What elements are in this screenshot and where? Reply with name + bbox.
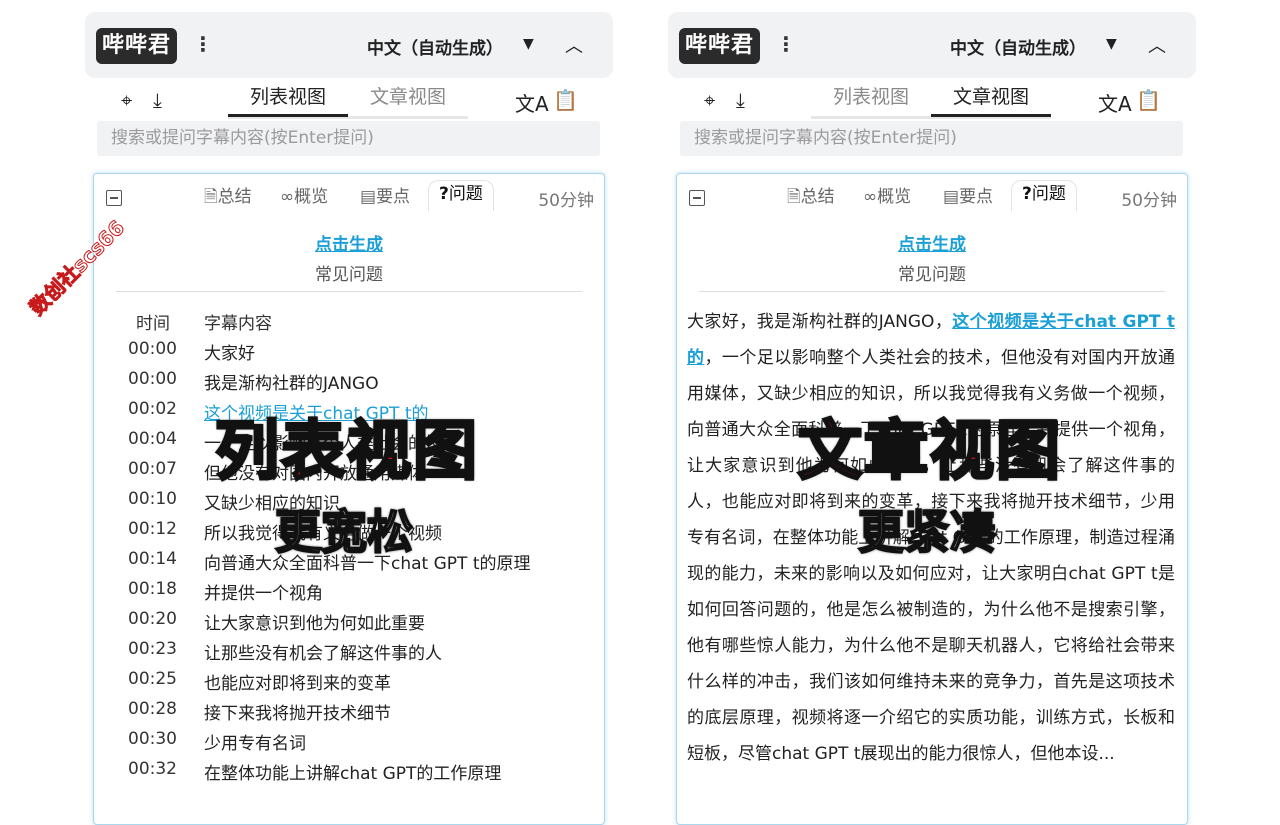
generate-link[interactable]: 点击生成 — [94, 230, 604, 255]
document-icon: 🗎 — [787, 187, 801, 207]
logo: 哔哔君 — [679, 28, 761, 64]
panel-header: 哔哔君 ⋮ 中文（自动生成） ▼ ︿ — [668, 12, 1196, 78]
subtitle-text: 接下来我将抛开技术细节 — [204, 704, 391, 724]
clipboard-icon[interactable]: 📋 — [1136, 88, 1161, 112]
overlay-title: 文章视图 — [797, 414, 1062, 491]
language-selector[interactable]: 中文（自动生成） — [950, 34, 1086, 59]
subtitle-time[interactable]: 00:02 — [128, 399, 188, 419]
tab-list-view[interactable]: 列表视图 — [228, 82, 348, 117]
clipboard-icon: ▤ — [943, 187, 960, 207]
subtitle-time[interactable]: 00:00 — [128, 369, 188, 389]
tab-article-view[interactable]: 文章视图 — [348, 82, 468, 116]
caret-down-icon[interactable]: ▼ — [523, 36, 534, 52]
more-menu-icon[interactable]: ⋮ — [776, 32, 796, 56]
subtitle-text: 我是渐构社群的JANGO — [204, 374, 379, 394]
tab-list-view[interactable]: 列表视图 — [811, 82, 931, 116]
question-icon: ? — [439, 184, 449, 204]
tab-overview[interactable]: ∞概览 — [863, 184, 911, 210]
faq-label: 常见问题 — [315, 265, 383, 285]
subtitle-time[interactable]: 00:10 — [128, 489, 188, 509]
subtitle-row[interactable]: 00:23 让那些没有机会了解这件事的人 — [94, 639, 604, 669]
translate-icon[interactable]: 文A — [1098, 88, 1132, 117]
panel-header: 哔哔君 ⋮ 中文（自动生成） ▼ ︿ — [85, 12, 613, 78]
subtitle-row[interactable]: 00:32 在整体功能上讲解chat GPT的工作原理 — [94, 759, 604, 789]
duration: 50分钟 — [1121, 191, 1177, 211]
subtitle-text: 大家好 — [204, 344, 255, 364]
subtitle-row[interactable]: 00:25 也能应对即将到来的变革 — [94, 669, 604, 699]
overlay-subtitle: 更紧凑 — [857, 504, 997, 560]
view-tabs: 列表视图 文章视图 — [811, 82, 1051, 119]
toolbar: ⌖ ⤓ 列表视图 文章视图 文A 📋 — [85, 82, 613, 122]
clipboard-icon[interactable]: 📋 — [553, 88, 578, 112]
subtitle-time[interactable]: 00:20 — [128, 609, 188, 629]
subtitle-text: 在整体功能上讲解chat GPT的工作原理 — [204, 764, 502, 784]
overlay-title: 列表视图 — [214, 414, 479, 491]
caret-down-icon[interactable]: ▼ — [1106, 36, 1117, 52]
faq-label: 常见问题 — [898, 265, 966, 285]
left-panel: 哔哔君 ⋮ 中文（自动生成） ▼ ︿ ⌖ ⤓ 列表视图 文章视图 文A 📋 搜索… — [85, 12, 613, 825]
tab-article-view[interactable]: 文章视图 — [931, 82, 1051, 117]
subtitle-text: 让那些没有机会了解这件事的人 — [204, 644, 442, 664]
collapse-icon[interactable] — [689, 190, 705, 206]
chevron-up-icon[interactable]: ︿ — [1148, 32, 1166, 58]
subtitle-time[interactable]: 00:23 — [128, 639, 188, 659]
tab-questions[interactable]: ?问题 — [1011, 180, 1077, 211]
subtitle-time[interactable]: 00:00 — [128, 339, 188, 359]
right-panel: 哔哔君 ⋮ 中文（自动生成） ▼ ︿ ⌖ ⤓ 列表视图 文章视图 文A 📋 搜索… — [668, 12, 1196, 825]
generate-link[interactable]: 点击生成 — [677, 230, 1187, 255]
subtitle-row[interactable]: 00:28 接下来我将抛开技术细节 — [94, 699, 604, 729]
article-intro: 大家好，我是渐构社群的JANGO， — [687, 312, 953, 332]
overlay-subtitle: 更宽松 — [274, 504, 414, 560]
binoculars-icon: ∞ — [863, 187, 878, 207]
tab-keypoints[interactable]: ▤要点 — [360, 184, 410, 210]
subtitle-time[interactable]: 00:32 — [128, 759, 188, 779]
tab-keypoints[interactable]: ▤要点 — [943, 184, 993, 210]
tab-summary[interactable]: 🗎总结 — [204, 184, 252, 210]
clipboard-icon: ▤ — [360, 187, 377, 207]
duration: 50分钟 — [538, 191, 594, 211]
subtitle-time[interactable]: 00:14 — [128, 549, 188, 569]
subtitle-row[interactable]: 00:30 少用专有名词 — [94, 729, 604, 759]
subtitle-row[interactable]: 00:00 大家好 — [94, 339, 604, 369]
translate-icon[interactable]: 文A — [515, 88, 549, 117]
binoculars-icon: ∞ — [280, 187, 295, 207]
subtitle-time[interactable]: 00:25 — [128, 669, 188, 689]
subtitle-time[interactable]: 00:30 — [128, 729, 188, 749]
more-menu-icon[interactable]: ⋮ — [193, 32, 213, 56]
locate-icon[interactable]: ⌖ — [121, 88, 132, 112]
chevron-up-icon[interactable]: ︿ — [565, 32, 583, 58]
view-tabs: 列表视图 文章视图 — [228, 82, 468, 119]
subtitle-time[interactable]: 00:12 — [128, 519, 188, 539]
toolbar: ⌖ ⤓ 列表视图 文章视图 文A 📋 — [668, 82, 1196, 122]
subtitle-row[interactable]: 00:18 并提供一个视角 — [94, 579, 604, 609]
subtitle-text: 让大家意识到他为何如此重要 — [204, 614, 425, 634]
subtitle-text: 也能应对即将到来的变革 — [204, 674, 391, 694]
subtitle-text: 并提供一个视角 — [204, 584, 323, 604]
tab-overview[interactable]: ∞概览 — [280, 184, 328, 210]
divider — [699, 291, 1165, 292]
tab-summary[interactable]: 🗎总结 — [787, 184, 835, 210]
subtitle-time[interactable]: 00:07 — [128, 459, 188, 479]
locate-icon[interactable]: ⌖ — [704, 88, 715, 112]
divider — [116, 291, 582, 292]
scroll-to-current-icon[interactable]: ⤓ — [736, 88, 745, 112]
logo: 哔哔君 — [96, 28, 178, 64]
subtitle-row[interactable]: 00:20 让大家意识到他为何如此重要 — [94, 609, 604, 639]
document-icon: 🗎 — [204, 187, 218, 207]
subtitle-row[interactable]: 00:00 我是渐构社群的JANGO — [94, 369, 604, 399]
search-input[interactable]: 搜索或提问字幕内容(按Enter提问) — [97, 121, 600, 156]
collapse-icon[interactable] — [106, 190, 122, 206]
column-time: 时间 — [136, 314, 170, 334]
subtitle-text: 少用专有名词 — [204, 734, 306, 754]
scroll-to-current-icon[interactable]: ⤓ — [153, 88, 162, 112]
question-icon: ? — [1022, 184, 1032, 204]
tab-questions[interactable]: ?问题 — [428, 180, 494, 211]
language-selector[interactable]: 中文（自动生成） — [367, 34, 503, 59]
column-content: 字幕内容 — [204, 314, 272, 334]
subtitle-time[interactable]: 00:28 — [128, 699, 188, 719]
subtitle-time[interactable]: 00:04 — [128, 429, 188, 449]
subtitle-time[interactable]: 00:18 — [128, 579, 188, 599]
search-input[interactable]: 搜索或提问字幕内容(按Enter提问) — [680, 121, 1183, 156]
